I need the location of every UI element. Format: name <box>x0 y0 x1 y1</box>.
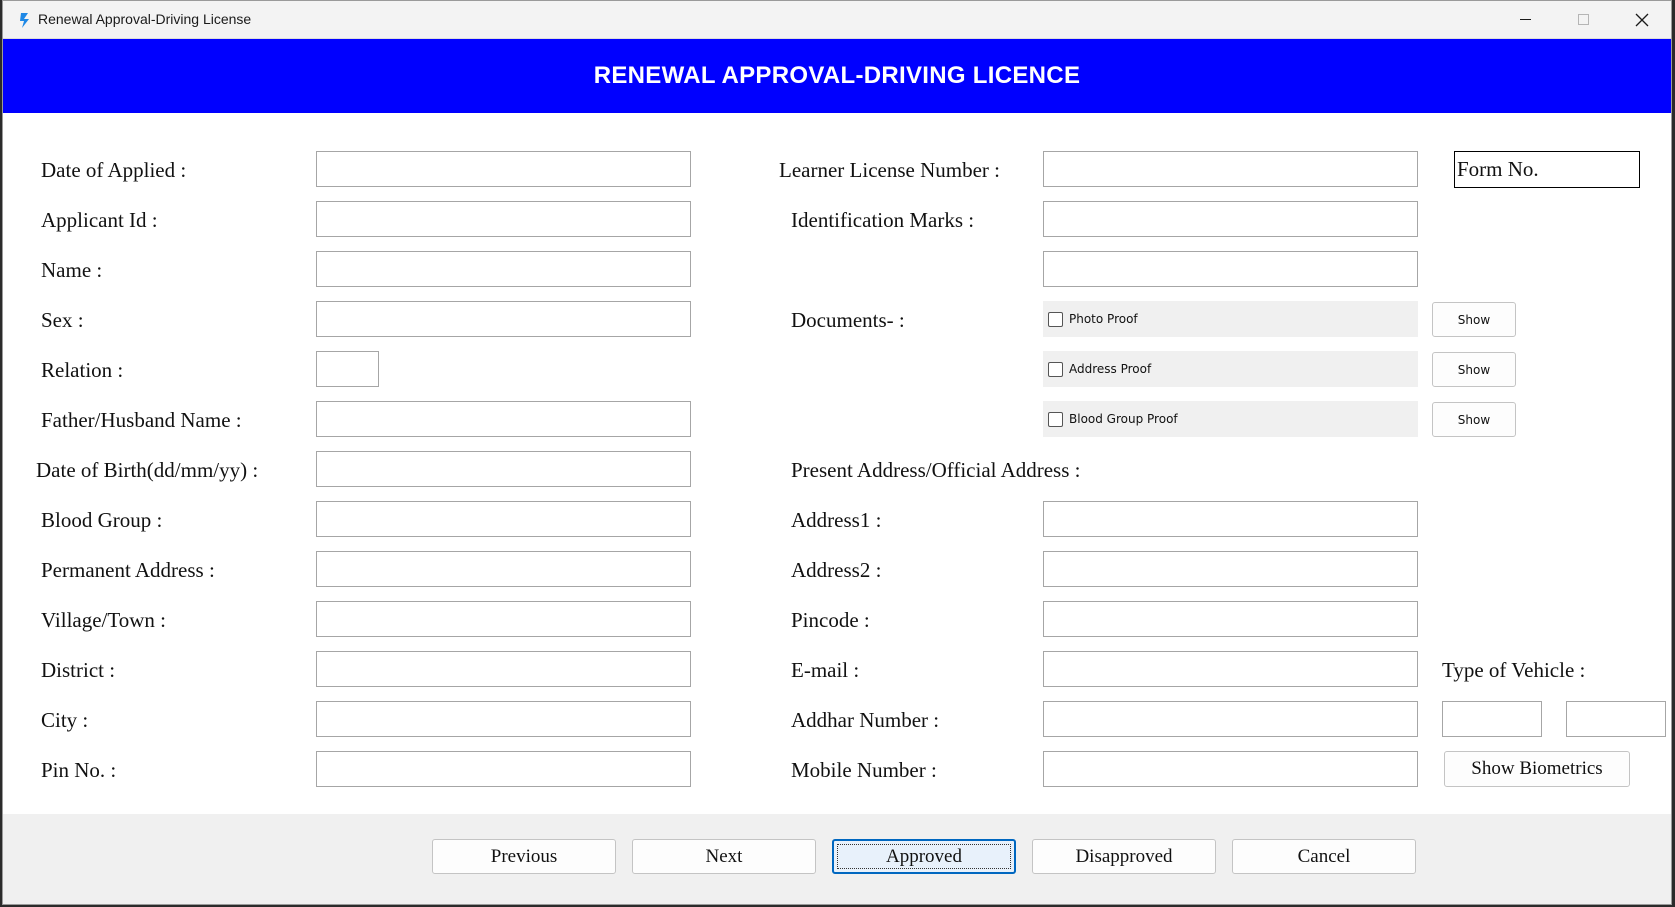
permanent-address-label: Permanent Address : <box>41 558 215 582</box>
vehicle-type-field-1[interactable] <box>1442 701 1542 737</box>
applicant-id-label: Applicant Id : <box>41 208 158 232</box>
photo-proof-checkbox[interactable] <box>1048 311 1063 327</box>
permanent-address-field[interactable] <box>316 551 691 587</box>
pin-no-field[interactable] <box>316 751 691 787</box>
address1-label: Address1 : <box>791 508 882 532</box>
aadhar-number-field[interactable] <box>1043 701 1418 737</box>
email-field[interactable] <box>1043 651 1418 687</box>
city-field[interactable] <box>316 701 691 737</box>
approved-button[interactable]: Approved <box>832 839 1016 874</box>
window-title: Renewal Approval-Driving License <box>38 11 252 27</box>
form-header-banner: RENEWAL APPROVAL-DRIVING LICENCE <box>3 39 1671 113</box>
mobile-number-field[interactable] <box>1043 751 1418 787</box>
address-proof-checkbox[interactable] <box>1048 361 1063 377</box>
address1-field[interactable] <box>1043 501 1418 537</box>
app-icon <box>20 13 29 28</box>
address-proof-label: Address Proof <box>1069 362 1152 376</box>
blood-group-label: Blood Group : <box>41 508 163 532</box>
father-husband-name-label: Father/Husband Name : <box>41 408 242 432</box>
date-applied-field[interactable] <box>316 151 691 187</box>
email-label: E-mail : <box>791 658 860 682</box>
applicant-id-field[interactable] <box>316 201 691 237</box>
name-label: Name : <box>41 258 103 282</box>
renewal-approval-window: Renewal Approval-Driving License RENEWAL… <box>2 0 1672 905</box>
district-label: District : <box>41 658 116 682</box>
show-blood-group-proof-button[interactable]: Show <box>1432 402 1516 437</box>
focus-ring <box>837 844 1011 869</box>
father-husband-name-field[interactable] <box>316 401 691 437</box>
identification-marks-field-1[interactable] <box>1043 201 1418 237</box>
document-blood-group-proof[interactable]: Blood Group Proof <box>1043 401 1418 437</box>
present-address-heading: Present Address/Official Address : <box>791 458 1081 482</box>
pin-no-label: Pin No. : <box>41 758 117 782</box>
disapproved-button[interactable]: Disapproved <box>1032 839 1216 874</box>
cancel-button[interactable]: Cancel <box>1232 839 1416 874</box>
show-biometrics-button[interactable]: Show Biometrics <box>1444 751 1630 787</box>
blood-group-proof-label: Blood Group Proof <box>1069 412 1178 426</box>
blood-group-field[interactable] <box>316 501 691 537</box>
maximize-icon[interactable] <box>1555 1 1613 38</box>
title-bar: Renewal Approval-Driving License <box>3 1 1671 39</box>
previous-button[interactable]: Previous <box>432 839 616 874</box>
pincode-field[interactable] <box>1043 601 1418 637</box>
type-of-vehicle-label: Type of Vehicle : <box>1442 658 1586 682</box>
date-applied-label: Date of Applied : <box>41 158 187 182</box>
address2-label: Address2 : <box>791 558 882 582</box>
district-field[interactable] <box>316 651 691 687</box>
form-heading: RENEWAL APPROVAL-DRIVING LICENCE <box>593 62 1081 89</box>
relation-field[interactable] <box>316 351 379 387</box>
show-address-proof-button[interactable]: Show <box>1432 352 1516 387</box>
photo-proof-label: Photo Proof <box>1069 312 1138 326</box>
sex-label: Sex : <box>41 308 84 332</box>
mobile-number-label: Mobile Number : <box>791 758 937 782</box>
village-town-label: Village/Town : <box>41 608 166 632</box>
address2-field[interactable] <box>1043 551 1418 587</box>
aadhar-number-label: Addhar Number : <box>791 708 940 732</box>
vehicle-type-field-2[interactable] <box>1566 701 1666 737</box>
close-icon[interactable] <box>1613 1 1671 38</box>
document-photo-proof[interactable]: Photo Proof <box>1043 301 1418 337</box>
relation-label: Relation : <box>41 358 124 382</box>
learner-license-number-field[interactable] <box>1043 151 1418 187</box>
identification-marks-field-2[interactable] <box>1043 251 1418 287</box>
pincode-label: Pincode : <box>791 608 870 632</box>
city-label: City : <box>41 708 89 732</box>
sex-field[interactable] <box>316 301 691 337</box>
identification-marks-label: Identification Marks : <box>791 208 975 232</box>
minimize-icon[interactable] <box>1497 1 1555 38</box>
name-field[interactable] <box>316 251 691 287</box>
village-town-field[interactable] <box>316 601 691 637</box>
next-button[interactable]: Next <box>632 839 816 874</box>
document-address-proof[interactable]: Address Proof <box>1043 351 1418 387</box>
learner-license-number-label: Learner License Number : <box>779 158 1000 182</box>
date-of-birth-field[interactable] <box>316 451 691 487</box>
show-photo-proof-button[interactable]: Show <box>1432 302 1516 337</box>
form-no-field[interactable]: Form No. <box>1454 151 1640 188</box>
blood-group-proof-checkbox[interactable] <box>1048 411 1063 427</box>
documents-label: Documents- : <box>791 308 905 332</box>
date-of-birth-label: Date of Birth(dd/mm/yy) : <box>36 458 259 482</box>
